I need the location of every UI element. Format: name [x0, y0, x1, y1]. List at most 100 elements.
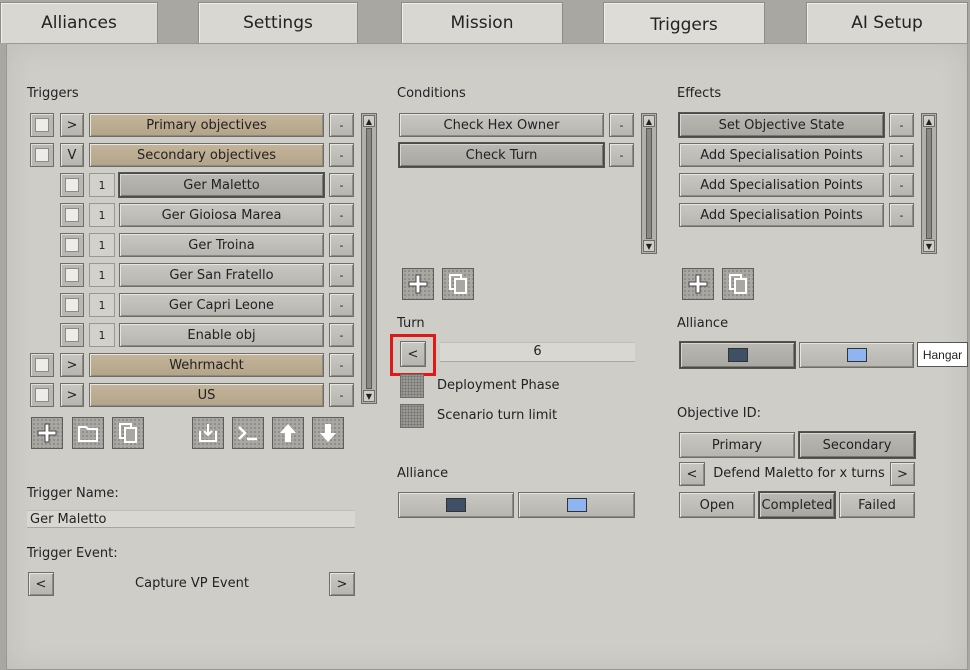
effect-item[interactable]: Add Specialisation Points: [679, 203, 884, 227]
trigger-folder-item[interactable]: US: [89, 383, 324, 407]
effect-alliance-allies-button[interactable]: [799, 342, 914, 368]
move-down-button[interactable]: [312, 417, 344, 449]
remove-trigger-button[interactable]: -: [329, 173, 354, 197]
trigger-enable-checkbox[interactable]: [60, 263, 84, 287]
turn-prev-button[interactable]: <: [400, 341, 426, 367]
scroll-track[interactable]: [646, 128, 652, 239]
effect-item[interactable]: Add Specialisation Points: [679, 173, 884, 197]
move-up-button[interactable]: [272, 417, 304, 449]
add-condition-button[interactable]: [402, 268, 434, 300]
trigger-enable-checkbox[interactable]: [30, 143, 54, 167]
trigger-repeat-count[interactable]: 1: [89, 173, 115, 197]
remove-trigger-button[interactable]: -: [329, 203, 354, 227]
trigger-expand-toggle[interactable]: >: [60, 353, 84, 377]
objective-primary-button[interactable]: Primary: [679, 432, 795, 458]
trigger-item[interactable]: Enable obj: [119, 323, 324, 347]
condition-alliance-allies-button[interactable]: [518, 492, 635, 518]
trigger-name-input[interactable]: Ger Maletto: [27, 510, 355, 528]
remove-condition-button[interactable]: -: [609, 143, 634, 167]
objective-prev-button[interactable]: <: [679, 462, 705, 486]
conditions-scrollbar[interactable]: ▲ ▼: [641, 113, 657, 254]
copy-icon: [119, 423, 137, 443]
scroll-up-arrow[interactable]: ▲: [643, 115, 655, 127]
remove-effect-button[interactable]: -: [889, 203, 914, 227]
effect-item[interactable]: Add Specialisation Points: [679, 143, 884, 167]
tab-mission[interactable]: Mission: [401, 2, 563, 43]
trigger-event-prev-button[interactable]: <: [28, 572, 54, 596]
trigger-event-next-button[interactable]: >: [329, 572, 355, 596]
objective-state-completed-button[interactable]: Completed: [759, 492, 835, 518]
trigger-item[interactable]: Ger Gioiosa Marea: [119, 203, 324, 227]
scroll-up-arrow[interactable]: ▲: [363, 115, 375, 127]
effect-item[interactable]: Set Objective State: [679, 113, 884, 137]
copy-condition-button[interactable]: [442, 268, 474, 300]
trigger-expand-toggle[interactable]: V: [60, 143, 84, 167]
trigger-expand-toggle[interactable]: >: [60, 383, 84, 407]
remove-trigger-button[interactable]: -: [329, 263, 354, 287]
scroll-up-arrow[interactable]: ▲: [923, 115, 935, 127]
remove-trigger-button[interactable]: -: [329, 353, 354, 377]
trigger-expand-toggle[interactable]: >: [60, 113, 84, 137]
trigger-enable-checkbox[interactable]: [30, 113, 54, 137]
condition-item[interactable]: Check Hex Owner: [399, 113, 604, 137]
scroll-track[interactable]: [926, 128, 932, 239]
turn-label: Turn: [397, 316, 425, 331]
trigger-repeat-count[interactable]: 1: [89, 323, 115, 347]
objective-secondary-button[interactable]: Secondary: [799, 432, 915, 458]
effect-alliance-axis-button[interactable]: [680, 342, 795, 368]
objective-state-open-button[interactable]: Open: [679, 492, 755, 518]
condition-alliance-axis-button[interactable]: [398, 492, 514, 518]
tab-settings[interactable]: Settings: [198, 2, 358, 43]
tab-triggers[interactable]: Triggers: [603, 2, 765, 46]
remove-trigger-button[interactable]: -: [329, 383, 354, 407]
add-folder-button[interactable]: [72, 417, 104, 449]
copy-effect-button[interactable]: [722, 268, 754, 300]
trigger-enable-checkbox[interactable]: [60, 323, 84, 347]
condition-item[interactable]: Check Turn: [399, 143, 604, 167]
console-button[interactable]: [232, 417, 264, 449]
trigger-folder-item[interactable]: Primary objectives: [89, 113, 324, 137]
import-trigger-button[interactable]: [192, 417, 224, 449]
remove-effect-button[interactable]: -: [889, 113, 914, 137]
effects-scrollbar[interactable]: ▲ ▼: [921, 113, 937, 254]
trigger-enable-checkbox[interactable]: [60, 173, 84, 197]
objective-state-failed-button[interactable]: Failed: [839, 492, 915, 518]
trigger-repeat-count[interactable]: 1: [89, 293, 115, 317]
trigger-item[interactable]: Ger Troina: [119, 233, 324, 257]
scroll-track[interactable]: [366, 128, 372, 389]
trigger-item[interactable]: Ger Maletto: [119, 173, 324, 197]
remove-trigger-button[interactable]: -: [329, 143, 354, 167]
trigger-enable-checkbox[interactable]: [60, 293, 84, 317]
trigger-enable-checkbox[interactable]: [30, 353, 54, 377]
trigger-item[interactable]: Ger San Fratello: [119, 263, 324, 287]
scroll-down-arrow[interactable]: ▼: [923, 240, 935, 252]
turn-value-field[interactable]: 6: [440, 342, 635, 362]
scenario-turn-limit-checkbox[interactable]: [400, 404, 424, 428]
remove-trigger-button[interactable]: -: [329, 233, 354, 257]
remove-effect-button[interactable]: -: [889, 173, 914, 197]
remove-trigger-button[interactable]: -: [329, 113, 354, 137]
trigger-folder-item[interactable]: Wehrmacht: [89, 353, 324, 377]
remove-effect-button[interactable]: -: [889, 143, 914, 167]
tab-alliances[interactable]: Alliances: [0, 2, 158, 43]
scroll-down-arrow[interactable]: ▼: [363, 390, 375, 402]
remove-trigger-button[interactable]: -: [329, 293, 354, 317]
deployment-phase-checkbox[interactable]: [400, 374, 424, 398]
trigger-enable-checkbox[interactable]: [30, 383, 54, 407]
add-effect-button[interactable]: [682, 268, 714, 300]
add-trigger-button[interactable]: [31, 417, 63, 449]
trigger-folder-item[interactable]: Secondary objectives: [89, 143, 324, 167]
trigger-enable-checkbox[interactable]: [60, 203, 84, 227]
objective-next-button[interactable]: >: [890, 462, 915, 486]
copy-trigger-button[interactable]: [112, 417, 144, 449]
trigger-repeat-count[interactable]: 1: [89, 203, 115, 227]
triggers-scrollbar[interactable]: ▲ ▼: [361, 113, 377, 404]
trigger-item[interactable]: Ger Capri Leone: [119, 293, 324, 317]
scroll-down-arrow[interactable]: ▼: [643, 240, 655, 252]
trigger-repeat-count[interactable]: 1: [89, 233, 115, 257]
trigger-enable-checkbox[interactable]: [60, 233, 84, 257]
remove-trigger-button[interactable]: -: [329, 323, 354, 347]
tab-ai-setup[interactable]: AI Setup: [806, 2, 968, 43]
trigger-repeat-count[interactable]: 1: [89, 263, 115, 287]
remove-condition-button[interactable]: -: [609, 113, 634, 137]
